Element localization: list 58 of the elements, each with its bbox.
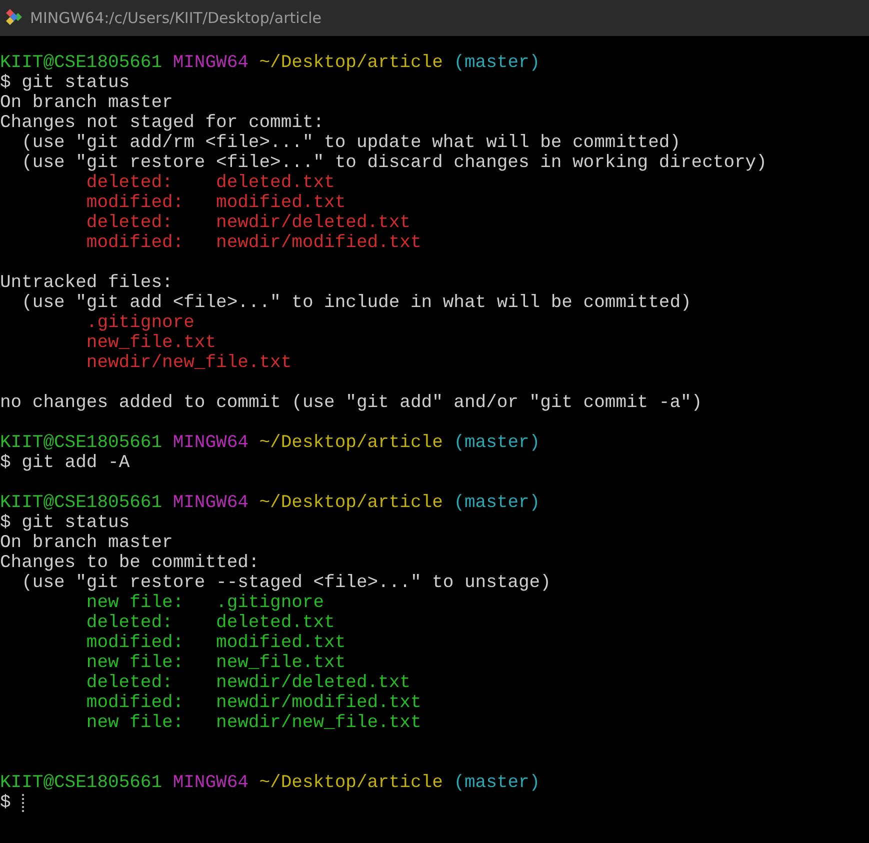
file-name: newdir/deleted.txt <box>216 673 410 693</box>
prompt-path: ~/Desktop/article <box>259 773 443 793</box>
prompt-user: KIIT@CSE1805661 <box>0 493 162 513</box>
terminal-output: $ git status <box>0 73 130 93</box>
file-name: newdir/deleted.txt <box>216 213 410 233</box>
prompt-system: MINGW64 <box>172 493 248 513</box>
terminal-hint: (use "git restore <file>..." to discard changes in working directory) <box>22 153 767 173</box>
terminal-hint: (use "git add <file>..." to include in what will be committed) <box>22 293 692 313</box>
file-name: deleted.txt <box>216 613 335 633</box>
file-status: modified: <box>86 633 185 653</box>
file-name: .gitignore <box>86 313 194 333</box>
text-cursor <box>22 794 24 812</box>
prompt-branch: (master) <box>454 773 540 793</box>
prompt-branch: (master) <box>454 433 540 453</box>
terminal-output: Changes not staged for commit: <box>0 113 324 133</box>
file-name: newdir/modified.txt <box>216 233 422 253</box>
terminal-output: On branch master <box>0 93 173 113</box>
file-status: modified: <box>86 233 185 253</box>
file-status: deleted: <box>86 613 174 633</box>
terminal-output: On branch master <box>0 533 173 553</box>
terminal-hint: (use "git add/rm <file>..." to update what will be committed) <box>22 133 681 153</box>
file-status: new file: <box>86 653 185 673</box>
file-status: modified: <box>86 193 185 213</box>
file-status: deleted: <box>86 673 174 693</box>
file-status: new file: <box>86 593 185 613</box>
prompt-system: MINGW64 <box>172 773 248 793</box>
prompt-branch: (master) <box>454 53 540 73</box>
file-name: modified.txt <box>216 193 346 213</box>
terminal-output: Changes to be committed: <box>0 553 260 573</box>
window-title: MINGW64:/c/Users/KIIT/Desktop/article <box>30 9 322 27</box>
diamond-logo-icon <box>4 8 24 28</box>
file-status: deleted: <box>86 213 174 233</box>
file-name: newdir/new_file.txt <box>86 353 292 373</box>
terminal-output: $ git add -A <box>0 453 130 473</box>
file-name: new_file.txt <box>86 333 216 353</box>
file-name: .gitignore <box>216 593 324 613</box>
file-status: deleted: <box>86 173 174 193</box>
terminal-hint: (use "git restore --staged <file>..." to unstage) <box>22 573 551 593</box>
prompt-symbol: $ <box>0 793 11 813</box>
prompt-system: MINGW64 <box>172 433 248 453</box>
prompt-system: MINGW64 <box>172 53 248 73</box>
file-status: new file: <box>86 713 185 733</box>
terminal-output: no changes added to commit (use "git add" and/or "git commit -a") <box>0 393 702 413</box>
file-name: newdir/modified.txt <box>216 693 422 713</box>
file-name: new_file.txt <box>216 653 346 673</box>
file-name: modified.txt <box>216 633 346 653</box>
prompt-user: KIIT@CSE1805661 <box>0 433 162 453</box>
prompt-user: KIIT@CSE1805661 <box>0 53 162 73</box>
file-name: newdir/new_file.txt <box>216 713 422 733</box>
prompt-path: ~/Desktop/article <box>259 53 443 73</box>
terminal-output: Untracked files: <box>0 273 173 293</box>
terminal-output: $ git status <box>0 513 130 533</box>
prompt-user: KIIT@CSE1805661 <box>0 773 162 793</box>
file-name: deleted.txt <box>216 173 335 193</box>
prompt-path: ~/Desktop/article <box>259 493 443 513</box>
prompt-branch: (master) <box>454 493 540 513</box>
prompt-path: ~/Desktop/article <box>259 433 443 453</box>
file-status: modified: <box>86 693 185 713</box>
